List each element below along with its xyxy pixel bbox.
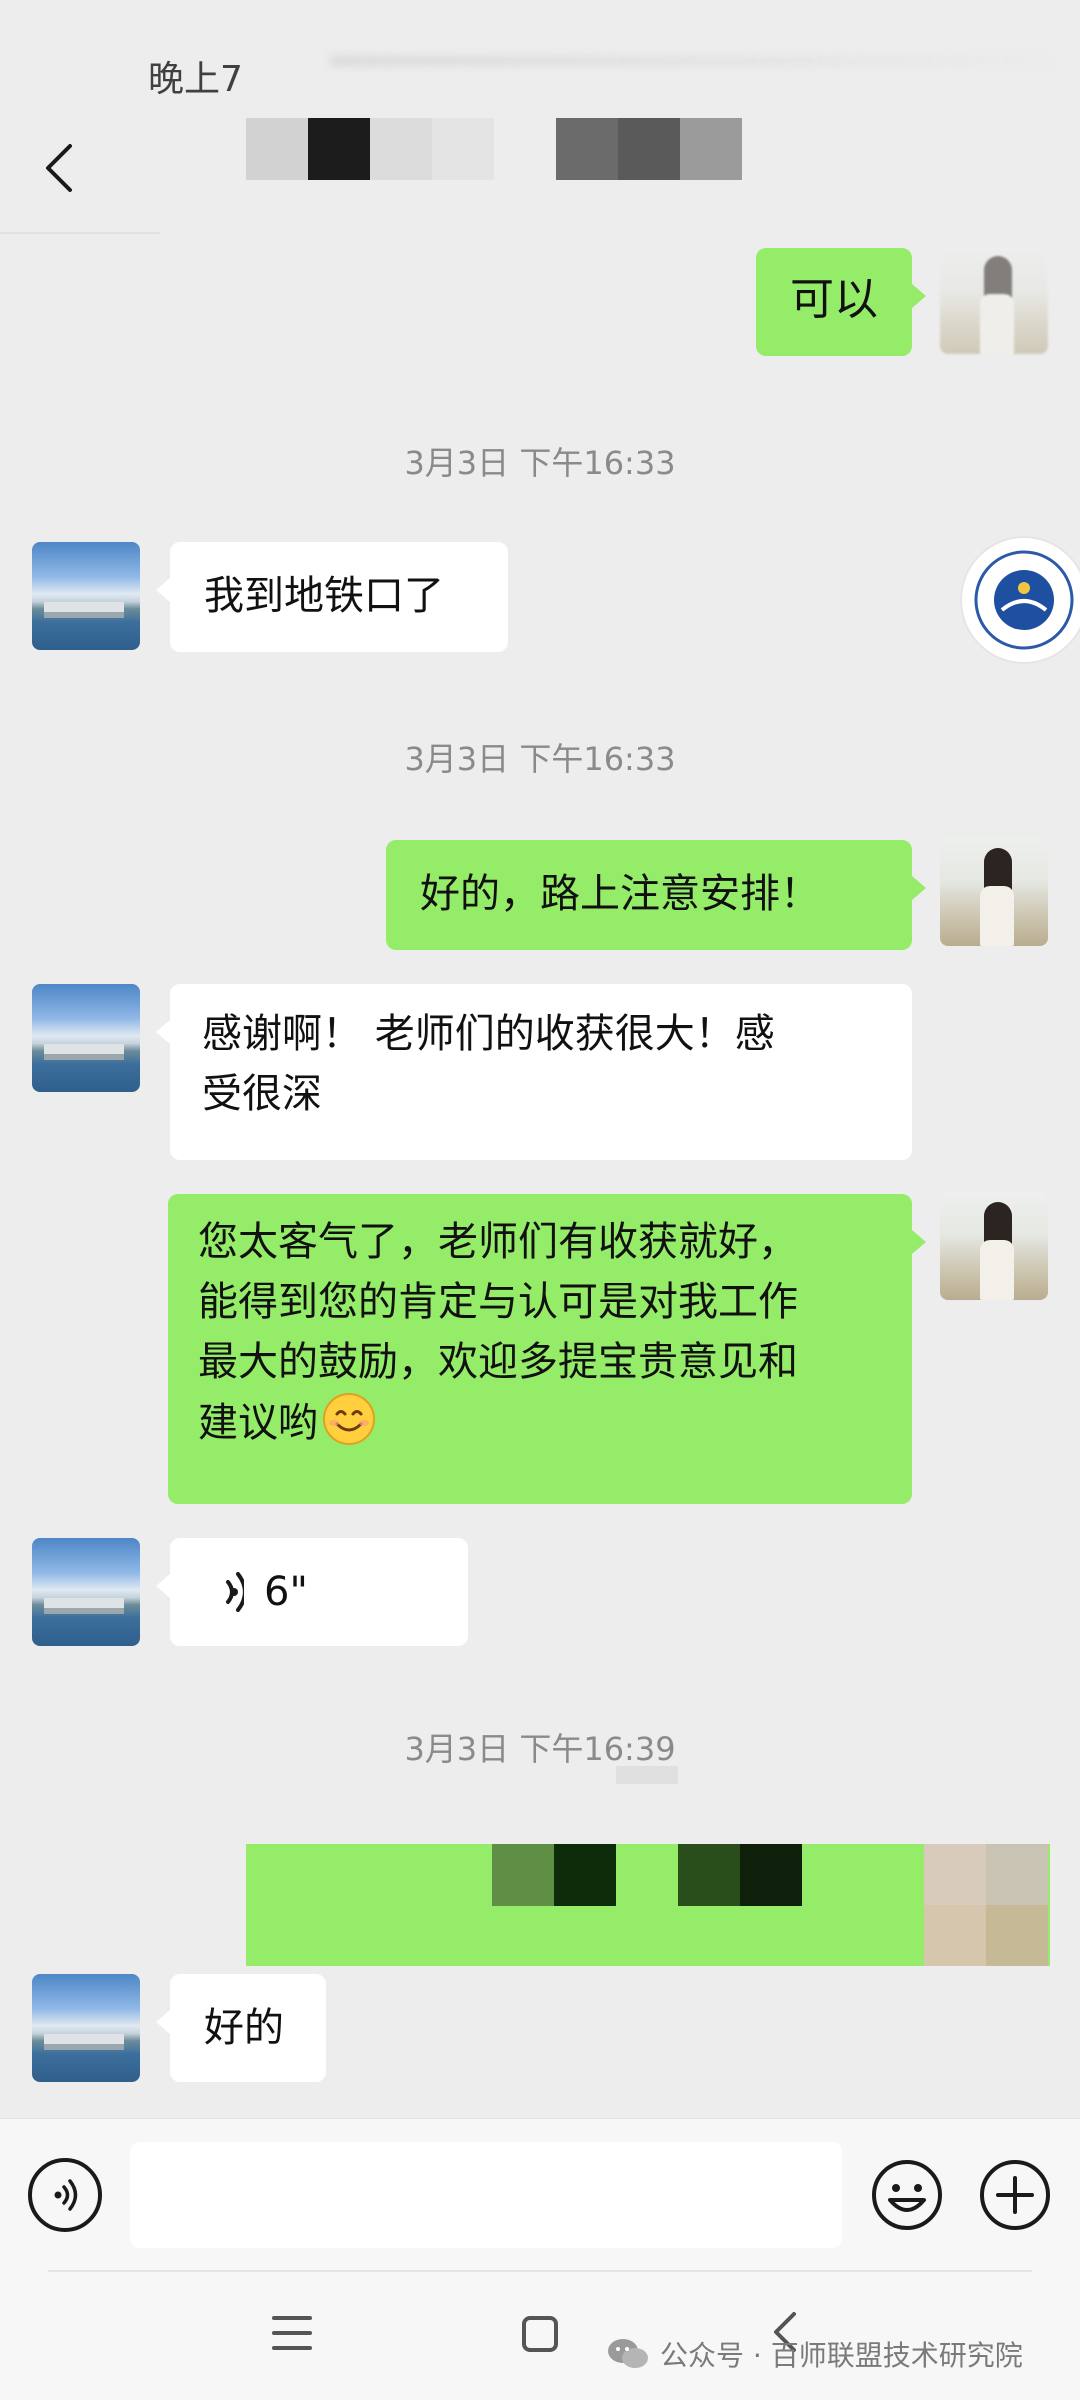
message-bubble-in[interactable]: 感谢啊！ 老师们的收获很大！感 受很深: [156, 984, 912, 1160]
school-logo-icon: [974, 550, 1074, 650]
message-bubble-out[interactable]: 您太客气了，老师们有收获就好， 能得到您的肯定与认可是对我工作 最大的鼓励，欢迎…: [168, 1194, 926, 1504]
message-bubble-out[interactable]: 可以: [756, 248, 926, 356]
message-text: 建议哟: [198, 1400, 318, 1446]
message-text-line: 感谢啊！ 老师们的收获很大！感: [202, 1011, 775, 1057]
chevron-left-icon: [46, 144, 72, 192]
status-bar-blurred: [330, 56, 1050, 66]
voice-input-button[interactable]: [28, 2158, 102, 2232]
message-bubble-out[interactable]: 好的，路上注意安排！: [386, 840, 926, 950]
contact-avatar[interactable]: [32, 1538, 140, 1646]
message-text: 可以: [790, 274, 878, 325]
message-text-line: 您太客气了，老师们有收获就好，: [198, 1219, 798, 1265]
emoji-icon: [872, 2160, 942, 2230]
floating-logo-badge[interactable]: [960, 536, 1080, 664]
contact-avatar[interactable]: [32, 1974, 140, 2082]
voice-icon: [54, 2179, 78, 2211]
message-bubble-in[interactable]: 我到地铁口了: [156, 542, 508, 652]
message-text-line: 最大的鼓励，欢迎多提宝贵意见和: [198, 1339, 798, 1385]
status-text: 晚上7: [148, 59, 243, 100]
chat-title-redacted-2: [556, 118, 742, 180]
voice-message-bubble[interactable]: 6": [156, 1538, 468, 1646]
nav-divider: [48, 2270, 1032, 2272]
emoji-button[interactable]: [870, 2158, 944, 2232]
menu-button[interactable]: [272, 2314, 312, 2352]
message-text: 我到地铁口了: [204, 573, 444, 619]
smiling-face-emoji-icon: [323, 1393, 375, 1445]
voice-wave-icon: [226, 1572, 244, 1612]
my-avatar[interactable]: [940, 1192, 1048, 1300]
plus-icon: [980, 2160, 1050, 2230]
message-timestamp: 3月3日 下午16:33: [404, 740, 676, 778]
chat-title-redacted: [246, 118, 494, 180]
wechat-icon: [608, 2339, 648, 2368]
message-timestamp: 3月3日 下午16:33: [404, 444, 676, 482]
message-bubble-in[interactable]: 好的: [156, 1974, 326, 2082]
home-button[interactable]: [522, 2316, 558, 2352]
redacted-mark: [616, 1766, 678, 1784]
header-divider: [0, 232, 160, 234]
more-actions-button[interactable]: [978, 2158, 1052, 2232]
message-text-line: 建议哟: [198, 1392, 882, 1453]
my-avatar[interactable]: [940, 246, 1048, 354]
message-text: 好的，路上注意安排！: [420, 871, 820, 917]
message-text-line: 受很深: [202, 1071, 322, 1117]
my-avatar[interactable]: [940, 838, 1048, 946]
message-timestamp: 3月3日 下午16:39: [404, 1730, 676, 1768]
contact-avatar[interactable]: [32, 984, 140, 1092]
watermark: 公众号 · 百师联盟技术研究院: [606, 2334, 1023, 2374]
contact-avatar[interactable]: [32, 542, 140, 650]
message-input[interactable]: [130, 2142, 842, 2248]
redacted-message-bubble[interactable]: [246, 1844, 1050, 1966]
voice-duration: 6": [264, 1569, 308, 1615]
back-button[interactable]: [40, 138, 80, 198]
message-text-line: 能得到您的肯定与认可是对我工作: [198, 1279, 798, 1325]
watermark-text: 公众号 · 百师联盟技术研究院: [660, 2339, 1023, 2372]
menu-icon: [272, 2316, 312, 2350]
message-text: 好的: [204, 2005, 284, 2051]
